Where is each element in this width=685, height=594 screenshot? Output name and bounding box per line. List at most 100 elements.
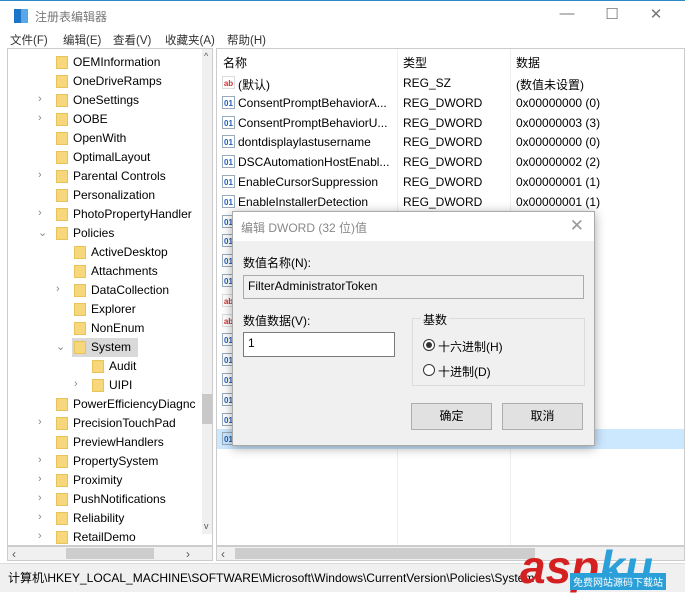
folder-icon [74,246,86,259]
tree-item-propertysystem[interactable]: › PropertySystem [8,452,194,471]
expand-chevron-icon[interactable]: › [38,169,42,181]
value-name: EnableCursorSuppression [238,175,379,189]
cancel-button[interactable]: 取消 [502,403,583,430]
menu-file[interactable]: 文件(F) [10,32,48,48]
scroll-down-icon[interactable]: v [204,521,209,531]
expand-chevron-icon[interactable]: › [38,492,42,504]
list-hscroll-thumb[interactable] [235,548,535,559]
window-title: 注册表编辑器 [35,10,108,24]
expand-chevron-icon[interactable]: › [74,378,78,390]
dialog-close-icon[interactable]: ✕ [570,216,584,236]
tree-item-openwith[interactable]: OpenWith [8,129,194,148]
hex-label[interactable]: 十六进制(H) [438,338,503,355]
value-name-field[interactable]: FilterAdministratorToken [243,275,584,299]
tree-item-oobe[interactable]: › OOBE [8,110,194,129]
tree-item-precisiontouchpad[interactable]: › PrecisionTouchPad [8,414,194,433]
list-row[interactable]: 01 ConsentPromptBehaviorU... REG_DWORD 0… [217,113,684,133]
tree-item-parental-controls[interactable]: › Parental Controls [8,167,194,186]
minimize-button[interactable]: — [552,5,582,25]
expand-chevron-icon[interactable]: › [56,283,60,295]
maximize-button[interactable]: ☐ [597,5,627,25]
tree-item-pushnotifications[interactable]: › PushNotifications [8,490,194,509]
tree-item-datacollection[interactable]: › DataCollection [8,281,194,300]
tree-item-label: Attachments [91,264,158,278]
tree-item-uipi[interactable]: › UIPI [8,376,194,395]
scroll-up-icon[interactable]: ^ [204,51,208,61]
tree-item-optimallayout[interactable]: OptimalLayout [8,148,194,167]
scroll-right-icon[interactable]: › [186,547,190,561]
scroll-left-icon[interactable]: ‹ [12,547,16,561]
menu-help[interactable]: 帮助(H) [227,32,266,48]
folder-icon [74,341,86,354]
tree-item-label: Parental Controls [73,169,166,183]
expand-chevron-icon[interactable]: › [38,473,42,485]
list-row[interactable]: 01 EnableCursorSuppression REG_DWORD 0x0… [217,172,684,192]
tree-item-label: PreviewHandlers [73,435,164,449]
tree-horizontal-scrollbar[interactable]: ‹ › [7,546,213,561]
tree-item-label: OneSettings [73,93,140,107]
expand-chevron-icon[interactable]: › [38,416,42,428]
menu-view[interactable]: 查看(V) [113,32,151,48]
tree-item-proximity[interactable]: › Proximity [8,471,194,490]
list-row[interactable]: 01 ConsentPromptBehaviorA... REG_DWORD 0… [217,93,684,113]
hex-radio[interactable] [423,339,435,351]
expand-chevron-icon[interactable]: › [38,511,42,523]
list-row[interactable]: 01 DSCAutomationHostEnabl... REG_DWORD 0… [217,152,684,172]
value-name: dontdisplaylastusername [238,135,371,150]
tree-item-oeminformation[interactable]: OEMInformation [8,53,194,72]
column-header-type[interactable]: 类型 [403,54,427,71]
tree-hscroll-thumb[interactable] [66,548,154,559]
tree-item-label: PrecisionTouchPad [73,416,176,430]
close-button[interactable]: ✕ [641,5,671,25]
dialog-title-bar: 编辑 DWORD (32 位)值 ✕ [233,212,594,241]
list-row[interactable]: 01 EnableInstallerDetection REG_DWORD 0x… [217,192,684,212]
expand-chevron-icon[interactable]: › [38,112,42,124]
tree-item-retaildemo[interactable]: › RetailDemo [8,528,194,545]
tree-item-activedesktop[interactable]: ActiveDesktop [8,243,194,262]
folder-icon [56,512,68,525]
menu-edit[interactable]: 编辑(E) [63,32,101,48]
list-row[interactable]: ab (默认) REG_SZ (数值未设置) [217,73,684,93]
collapse-chevron-icon[interactable]: ⌄ [38,226,47,239]
dword-value-icon: 01 [222,194,235,208]
list-row[interactable]: 01 dontdisplaylastusername REG_DWORD 0x0… [217,132,684,152]
tree-item-previewhandlers[interactable]: PreviewHandlers [8,433,194,452]
tree-item-system[interactable]: ⌄ System [8,338,194,357]
tree-item-nonenum[interactable]: NonEnum [8,319,194,338]
tree-item-audit[interactable]: Audit [8,357,194,376]
tree-item-label: PropertySystem [73,454,159,468]
tree-item-label: PushNotifications [73,492,166,506]
tree-item-attachments[interactable]: Attachments [8,262,194,281]
tree-item-powerefficiencydiagnc[interactable]: PowerEfficiencyDiagnc [8,395,196,414]
value-data-input[interactable]: 1 [243,332,395,357]
expand-chevron-icon[interactable]: › [38,530,42,542]
scroll-left-icon[interactable]: ‹ [221,547,225,561]
collapse-chevron-icon[interactable]: ⌄ [56,340,65,353]
tree-item-explorer[interactable]: Explorer [8,300,194,319]
registry-tree[interactable]: ^ v OEMInformation OneDriveRamps › OneSetti… [7,48,213,546]
decimal-radio[interactable] [423,364,435,376]
tree-item-personalization[interactable]: Personalization [8,186,194,205]
folder-icon [56,398,68,411]
column-header-name[interactable]: 名称 [223,54,247,71]
value-data: 0x00000000 (0) [516,95,601,110]
ok-button[interactable]: 确定 [411,403,492,430]
tree-item-reliability[interactable]: › Reliability [8,509,194,528]
menu-favorites[interactable]: 收藏夹(A) [165,32,215,48]
tree-item-policies[interactable]: ⌄ Policies [8,224,194,243]
expand-chevron-icon[interactable]: › [38,93,42,105]
decimal-label[interactable]: 十进制(D) [438,363,491,380]
column-header-data[interactable]: 数据 [516,54,540,71]
tree-item-photopropertyhandler[interactable]: › PhotoPropertyHandler [8,205,194,224]
expand-chevron-icon[interactable]: › [38,454,42,466]
tree-item-onesettings[interactable]: › OneSettings [8,91,194,110]
value-type: REG_DWORD [403,95,483,110]
tree-vertical-scrollbar[interactable]: ^ v [202,49,212,534]
folder-icon [56,208,68,221]
tree-item-label: OEMInformation [73,55,161,69]
tree-item-onedriveramps[interactable]: OneDriveRamps [8,72,194,91]
expand-chevron-icon[interactable]: › [38,207,42,219]
tree-scroll-thumb[interactable] [202,394,212,424]
tree-item-label: Audit [109,359,137,373]
tree-item-label: NonEnum [91,321,145,335]
